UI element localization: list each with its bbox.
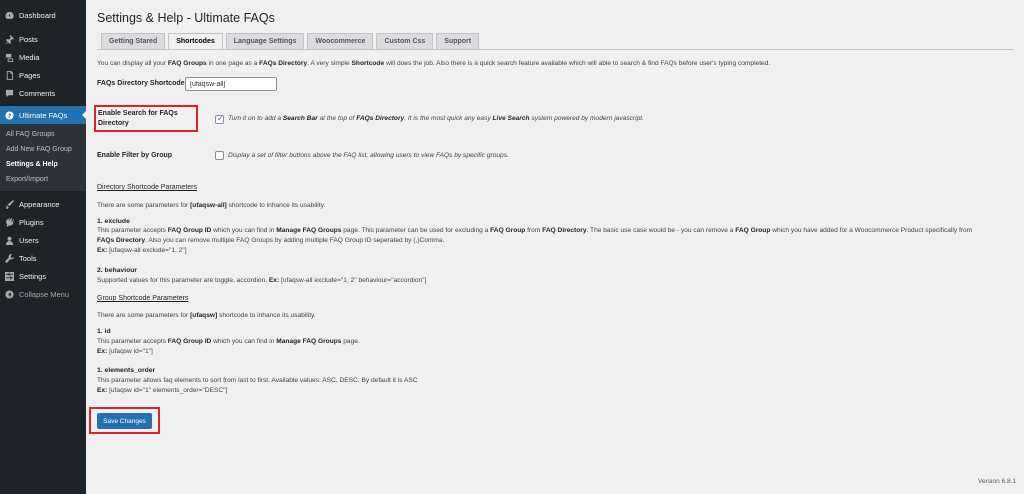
param-behaviour-desc: Supported values for this parameter are … — [97, 277, 427, 284]
version-text: Version 6.8.1 — [978, 478, 1016, 485]
menu-item-appearance[interactable]: Appearance — [0, 195, 86, 213]
svg-text:?: ? — [8, 113, 12, 120]
main-content: Settings & Help - Ultimate FAQs Getting … — [86, 0, 1024, 494]
menu-item-label: Comments — [19, 88, 56, 98]
menu-item-label: Media — [19, 52, 40, 62]
submenu-add-new-faq-group[interactable]: Add New FAQ Group — [0, 142, 86, 157]
admin-sidebar: Dashboard Posts Media Pages Comments ? U… — [0, 0, 86, 494]
directory-params-intro: There are some parameters for [ufaqsw-al… — [97, 202, 326, 209]
search-description: Turn it on to add a Search Bar at the to… — [228, 115, 644, 122]
menu-item-ultimate-faqs[interactable]: ? Ultimate FAQs — [0, 106, 86, 124]
submenu-all-faq-groups[interactable]: All FAQ Groups — [0, 127, 86, 142]
menu-item-label: Plugins — [19, 217, 44, 227]
intro-text: You can display all your FAQ Groups in o… — [97, 60, 771, 67]
menu-item-label: Collapse Menu — [19, 289, 70, 299]
save-changes-button[interactable]: Save Changes — [97, 413, 152, 429]
shortcode-label: FAQs Directory Shortcode: — [97, 80, 187, 87]
comments-icon — [5, 89, 14, 98]
checkmark-icon: ✓ — [217, 114, 224, 123]
submenu-settings-help[interactable]: Settings & Help — [0, 157, 86, 172]
filter-description: Display a set of filter buttons above th… — [228, 152, 509, 159]
filter-checkbox[interactable] — [215, 151, 224, 160]
search-setting-label: Enable Search for FAQs Directory — [98, 110, 178, 127]
param-id-example: Ex: [ufaqsw id="1"] — [97, 348, 153, 355]
menu-item-label: Posts — [19, 34, 38, 44]
menu-item-label: Appearance — [19, 199, 60, 209]
directory-params-heading: Directory Shortcode Parameters — [97, 184, 197, 191]
shortcode-field[interactable] — [185, 77, 277, 91]
menu-item-label: Settings — [19, 271, 47, 281]
menu-item-pages[interactable]: Pages — [0, 66, 86, 84]
group-params-heading: Group Shortcode Parameters — [97, 295, 189, 302]
menu-item-settings[interactable]: Settings — [0, 267, 86, 285]
param-behaviour-title: 2. behaviour — [97, 267, 138, 274]
menu-item-label: Users — [19, 235, 39, 245]
menu-item-label: Ultimate FAQs — [19, 110, 68, 120]
menu-item-dashboard[interactable]: Dashboard — [0, 6, 86, 24]
users-icon — [5, 236, 14, 245]
menu-item-label: Pages — [19, 70, 41, 80]
settings-icon — [5, 271, 14, 281]
settings-tabs: Getting Stared Shortcodes Language Setti… — [101, 33, 482, 50]
tab-divider — [97, 49, 1014, 50]
tab-shortcodes[interactable]: Shortcodes — [168, 33, 223, 50]
pages-icon — [5, 70, 14, 80]
param-order-example: Ex: [ufaqsw id="1" elements_order="DESC"… — [97, 387, 228, 394]
plugin-icon — [5, 217, 14, 227]
menu-item-label: Tools — [19, 253, 37, 263]
menu-item-tools[interactable]: Tools — [0, 249, 86, 267]
help-icon: ? — [5, 110, 14, 120]
brush-icon — [5, 199, 14, 209]
param-order-desc: This parameter allows faq elements to so… — [97, 377, 418, 384]
tab-support[interactable]: Support — [436, 33, 480, 49]
param-exclude-desc-2: FAQs Directory. Also you can remove mult… — [97, 237, 445, 244]
dashboard-icon — [5, 11, 14, 20]
submenu-export-import[interactable]: Export/Import — [0, 172, 86, 187]
tab-language-settings[interactable]: Language Settings — [225, 33, 305, 49]
media-icon — [5, 53, 14, 62]
menu-item-comments[interactable]: Comments — [0, 84, 86, 102]
param-exclude-example: Ex: [ufaqsw-all exclude="1, 2"] — [97, 247, 187, 254]
param-id-title: 1. id — [97, 328, 111, 335]
tab-getting-started[interactable]: Getting Stared — [101, 33, 166, 49]
wrench-icon — [5, 253, 14, 263]
menu-item-users[interactable]: Users — [0, 231, 86, 249]
tab-woocommerce[interactable]: Woocommerce — [307, 33, 374, 49]
collapse-menu-button[interactable]: Collapse Menu — [0, 285, 86, 303]
group-params-intro: There are some parameters for [ufaqsw] s… — [97, 312, 316, 319]
param-order-title: 1. elements_order — [97, 367, 156, 374]
ultimate-faqs-submenu: All FAQ Groups Add New FAQ Group Setting… — [0, 124, 86, 191]
search-checkbox[interactable]: ✓ — [215, 114, 224, 124]
pin-icon — [5, 34, 14, 44]
menu-item-plugins[interactable]: Plugins — [0, 213, 86, 231]
filter-setting-label: Enable Filter by Group — [97, 152, 173, 159]
menu-item-posts[interactable]: Posts — [0, 30, 86, 48]
collapse-icon — [5, 289, 14, 299]
menu-item-media[interactable]: Media — [0, 48, 86, 66]
param-exclude-desc-1: This parameter accepts FAQ Group ID whic… — [97, 227, 973, 234]
tab-custom-css[interactable]: Custom Css — [376, 33, 434, 49]
page-title: Settings & Help - Ultimate FAQs — [97, 11, 275, 25]
param-id-desc: This parameter accepts FAQ Group ID whic… — [97, 338, 360, 345]
menu-item-label: Dashboard — [19, 10, 56, 20]
